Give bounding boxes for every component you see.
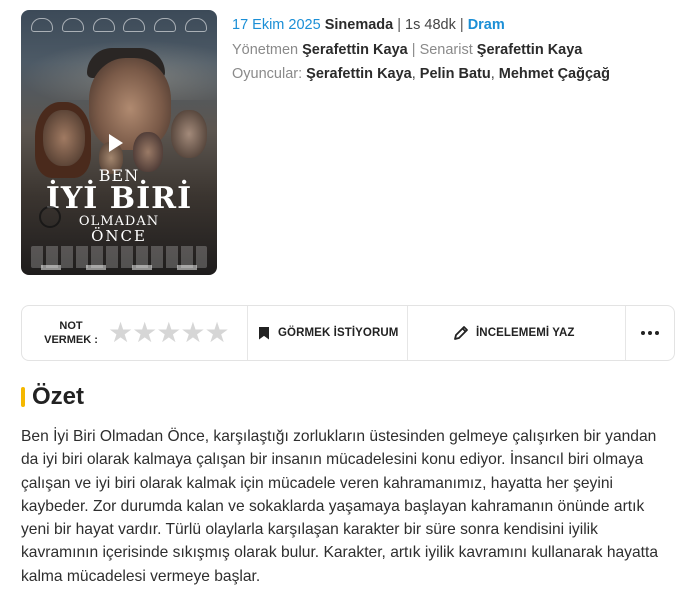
more-dots-icon <box>641 331 659 335</box>
accent-bar <box>21 387 25 407</box>
movie-info: 17 Ekim 2025 Sinemada | 1s 48dk | Dram Y… <box>232 13 610 87</box>
movie-poster[interactable]: BEN İYİ BİRİ OLMADAN ÖNCE <box>21 10 217 275</box>
release-date[interactable]: 17 Ekim 2025 <box>232 17 321 33</box>
star-icon[interactable]: ★ <box>156 319 181 347</box>
review-label: İNCELEMEMİ YAZ <box>476 327 575 339</box>
more-options-button[interactable] <box>626 306 674 360</box>
cast-link[interactable]: Pelin Batu <box>420 66 491 82</box>
cast-line: Oyuncular: Şerafettin Kaya, Pelin Batu, … <box>232 66 610 82</box>
watchlist-label: GÖRMEK İSTİYORUM <box>278 327 399 339</box>
cast-link[interactable]: Mehmet Çağçağ <box>499 66 610 82</box>
release-status: Sinemada <box>324 17 394 33</box>
genre-link[interactable]: Dram <box>468 17 505 33</box>
cast-link[interactable]: Şerafettin Kaya <box>306 66 412 82</box>
star-icon[interactable]: ★ <box>108 319 133 347</box>
action-bar: NOT VERMEK : ★ ★ ★ ★ ★ GÖRMEK İSTİYORUM … <box>21 305 675 361</box>
duration: 1s 48dk <box>405 17 456 33</box>
bicycle-icon <box>39 206 61 228</box>
summary-text: Ben İyi Biri Olmadan Önce, karşılaştığı … <box>21 428 658 585</box>
write-review-button[interactable]: İNCELEMEMİ YAZ <box>408 306 626 360</box>
cast-label: Oyuncular: <box>232 66 303 82</box>
rating-section: NOT VERMEK : ★ ★ ★ ★ ★ <box>22 306 248 360</box>
director-link[interactable]: Şerafettin Kaya <box>302 42 408 58</box>
release-line: 17 Ekim 2025 Sinemada | 1s 48dk | Dram <box>232 17 505 33</box>
summary-title: Özet <box>32 383 85 410</box>
writer-label: Senarist <box>419 41 473 58</box>
star-icon[interactable]: ★ <box>132 319 157 347</box>
writer-link[interactable]: Şerafettin Kaya <box>477 42 583 58</box>
play-icon[interactable] <box>109 134 123 152</box>
star-icon[interactable]: ★ <box>204 319 229 347</box>
festival-laurels <box>31 18 207 32</box>
summary-header: Özet <box>21 383 84 411</box>
watchlist-button[interactable]: GÖRMEK İSTİYORUM <box>248 306 408 360</box>
director-label: Yönetmen <box>232 41 299 58</box>
rate-label: NOT VERMEK : <box>44 320 98 346</box>
pencil-icon <box>454 326 468 340</box>
star-icon[interactable]: ★ <box>180 319 205 347</box>
crew-line: Yönetmen Şerafettin Kaya | Senarist Şera… <box>232 41 583 58</box>
rating-stars: ★ ★ ★ ★ ★ <box>108 319 230 347</box>
bookmark-icon <box>259 326 269 340</box>
poster-logos <box>41 265 197 271</box>
